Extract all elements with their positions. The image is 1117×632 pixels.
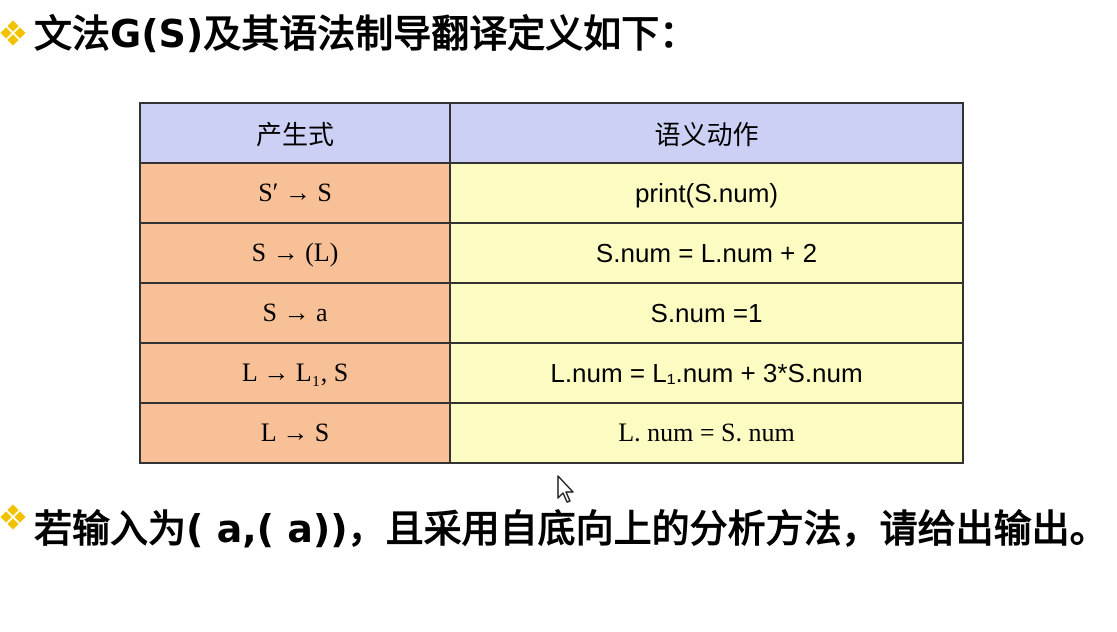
action-cell: S.num = L.num + 2 (449, 222, 964, 284)
action-cell: L. num = S. num (449, 402, 964, 464)
table-header-row: 产生式 语义动作 (139, 102, 964, 164)
diamond-bullet-icon (0, 20, 26, 48)
question-text: 若输入为( a,( a))，且采用自底向上的分析方法，请给出输出。 (34, 507, 1108, 551)
production-cell: S → (L) (139, 222, 451, 284)
table-row: S → a S.num =1 (139, 282, 964, 344)
action-cell: L.num = L₁.num + 3*S.num (449, 342, 964, 404)
diamond-bullet-icon (0, 504, 26, 532)
production-cell: L → L₁, S (139, 342, 451, 404)
action-cell: S.num =1 (449, 282, 964, 344)
table-row: S → (L) S.num = L.num + 2 (139, 222, 964, 284)
production-cell: L → S (139, 402, 451, 464)
action-cell: print(S.num) (449, 162, 964, 224)
table-row: L → S L. num = S. num (139, 402, 964, 464)
header-semantic-action: 语义动作 (449, 102, 964, 164)
sdt-table: 产生式 语义动作 S′ → S print(S.num) S → (L) S.n… (139, 102, 964, 464)
header-production: 产生式 (139, 102, 451, 164)
production-cell: S′ → S (139, 162, 451, 224)
slide-heading: 文法G(S)及其语法制导翻译定义如下： (34, 12, 698, 56)
production-cell: S → a (139, 282, 451, 344)
table-row: L → L₁, S L.num = L₁.num + 3*S.num (139, 342, 964, 404)
table-row: S′ → S print(S.num) (139, 162, 964, 224)
